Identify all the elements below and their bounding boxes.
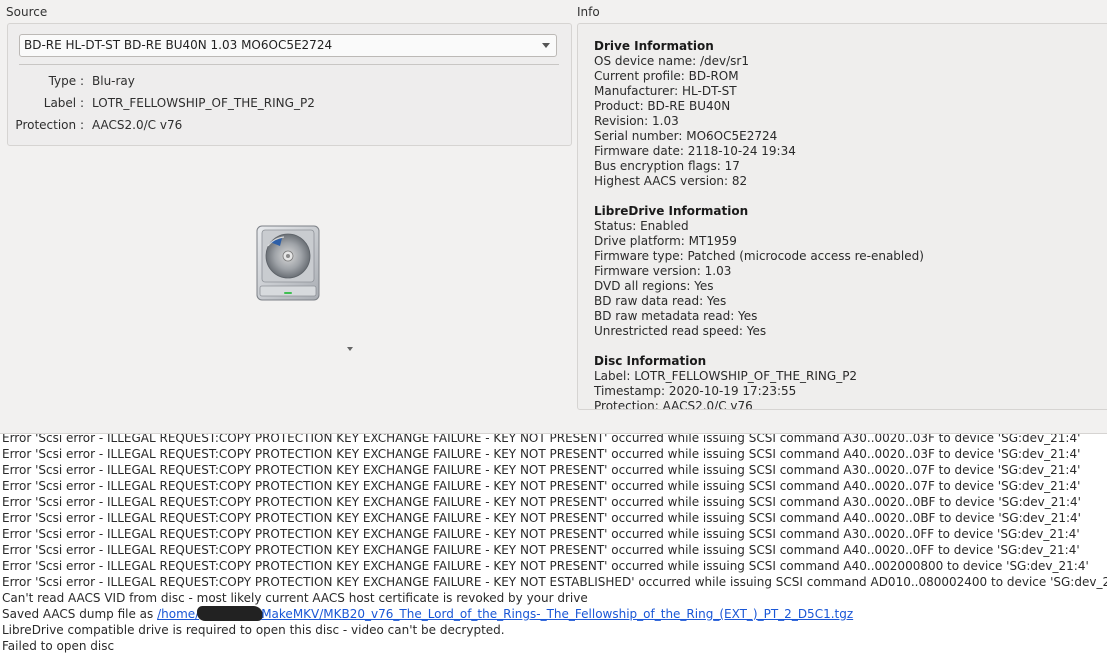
log-line: Error 'Scsi error - ILLEGAL REQUEST:COPY… bbox=[2, 559, 1089, 573]
drive-info-line: Firmware date: 2118-10-24 19:34 bbox=[594, 144, 796, 158]
bluray-drive-icon[interactable] bbox=[254, 224, 322, 304]
log-line: Error 'Scsi error - ILLEGAL REQUEST:COPY… bbox=[2, 495, 1081, 509]
source-protection-value: AACS2.0/C v76 bbox=[92, 118, 183, 132]
chevron-down-icon[interactable] bbox=[542, 43, 550, 48]
log-line: Error 'Scsi error - ILLEGAL REQUEST:COPY… bbox=[2, 511, 1081, 525]
libredrive-info-line: DVD all regions: Yes bbox=[594, 279, 714, 293]
drive-info-heading: Drive Information bbox=[594, 39, 714, 53]
drive-select[interactable]: BD-RE HL-DT-ST BD-RE BU40N 1.03 MO6OC5E2… bbox=[19, 34, 557, 57]
source-type-value: Blu-ray bbox=[92, 74, 135, 88]
log-lines: Error 'Scsi error - ILLEGAL REQUEST:COPY… bbox=[2, 433, 1107, 654]
disc-info-heading: Disc Information bbox=[594, 354, 707, 368]
drive-info-line: Current profile: BD-ROM bbox=[594, 69, 739, 83]
source-label-row: Label : LOTR_FELLOWSHIP_OF_THE_RING_P2 bbox=[8, 94, 568, 112]
drive-info-line: Manufacturer: HL-DT-ST bbox=[594, 84, 737, 98]
drive-info-line: Serial number: MO6OC5E2724 bbox=[594, 129, 778, 143]
log-line: Error 'Scsi error - ILLEGAL REQUEST:COPY… bbox=[2, 447, 1081, 461]
source-separator bbox=[19, 64, 559, 65]
libredrive-info-line: BD raw data read: Yes bbox=[594, 294, 727, 308]
log-line-saved: Saved AACS dump file as /home/MakeMKV/MK… bbox=[2, 606, 1107, 622]
log-line: Failed to open disc bbox=[2, 639, 115, 653]
libredrive-info-line: Unrestricted read speed: Yes bbox=[594, 324, 767, 338]
log-line: Can't read AACS VID from disc - most lik… bbox=[2, 591, 588, 605]
source-label-value: LOTR_FELLOWSHIP_OF_THE_RING_P2 bbox=[92, 96, 315, 110]
libredrive-info-line: Firmware version: 1.03 bbox=[594, 264, 732, 278]
log-line: Error 'Scsi error - ILLEGAL REQUEST:COPY… bbox=[2, 527, 1080, 541]
source-type-row: Type : Blu-ray bbox=[8, 72, 568, 90]
drive-info-line: Bus encryption flags: 17 bbox=[594, 159, 740, 173]
libredrive-info-line: Firmware type: Patched (microcode access… bbox=[594, 249, 924, 263]
log-line: Error 'Scsi error - ILLEGAL REQUEST:COPY… bbox=[2, 433, 1081, 445]
libredrive-info-heading: LibreDrive Information bbox=[594, 204, 749, 218]
log-line: Error 'Scsi error - ILLEGAL REQUEST:COPY… bbox=[2, 543, 1080, 557]
log-line: Error 'Scsi error - ILLEGAL REQUEST:COPY… bbox=[2, 575, 1107, 589]
log-line: Error 'Scsi error - ILLEGAL REQUEST:COPY… bbox=[2, 463, 1081, 477]
source-type-key: Type : bbox=[48, 74, 84, 88]
aacs-dump-link-start: /home/ bbox=[157, 607, 200, 621]
info-panel: Drive Information OS device name: /dev/s… bbox=[577, 23, 1107, 410]
disc-info-line: Label: LOTR_FELLOWSHIP_OF_THE_RING_P2 bbox=[594, 369, 858, 383]
drive-info-line: OS device name: /dev/sr1 bbox=[594, 54, 750, 68]
log-area[interactable]: Error 'Scsi error - ILLEGAL REQUEST:COPY… bbox=[0, 433, 1107, 667]
source-panel: BD-RE HL-DT-ST BD-RE BU40N 1.03 MO6OC5E2… bbox=[7, 23, 572, 146]
disc-info-line: Timestamp: 2020-10-19 17:23:55 bbox=[594, 384, 797, 398]
libredrive-info-line: Drive platform: MT1959 bbox=[594, 234, 737, 248]
saved-prefix: Saved AACS dump file as bbox=[2, 607, 158, 621]
drive-info-line: Highest AACS version: 82 bbox=[594, 174, 748, 188]
log-line: Error 'Scsi error - ILLEGAL REQUEST:COPY… bbox=[2, 479, 1081, 493]
info-content: Drive Information OS device name: /dev/s… bbox=[594, 39, 924, 410]
drive-info-line: Revision: 1.03 bbox=[594, 114, 679, 128]
source-section-label: Source bbox=[6, 5, 48, 19]
libredrive-info-line: Status: Enabled bbox=[594, 219, 689, 233]
libredrive-info-line: BD raw metadata read: Yes bbox=[594, 309, 758, 323]
disc-info-line: Protection: AACS2.0/C v76 bbox=[594, 399, 753, 410]
aacs-dump-link-end: MakeMKV/MKB20_v76_The_Lord_of_the_Rings-… bbox=[261, 607, 854, 621]
source-protection-key: Protection : bbox=[15, 118, 84, 132]
log-line: LibreDrive compatible drive is required … bbox=[2, 623, 505, 637]
drive-menu-arrow-icon[interactable] bbox=[347, 347, 353, 351]
drive-info-line: Product: BD-RE BU40N bbox=[594, 99, 731, 113]
info-section-label: Info bbox=[577, 5, 600, 19]
source-protection-row: Protection : AACS2.0/C v76 bbox=[8, 116, 568, 134]
source-label-key: Label : bbox=[43, 96, 84, 110]
drive-select-value: BD-RE HL-DT-ST BD-RE BU40N 1.03 MO6OC5E2… bbox=[24, 38, 333, 52]
redacted-username bbox=[197, 606, 264, 621]
aacs-dump-link[interactable]: /home/MakeMKV/MKB20_v76_The_Lord_of_the_… bbox=[157, 606, 854, 621]
